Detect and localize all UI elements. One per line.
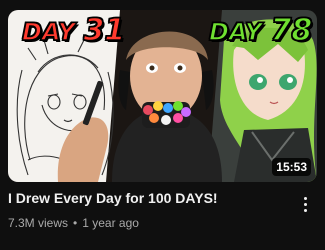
thumbnail-right-caption: DAY 78: [208, 13, 313, 48]
more-actions-button[interactable]: [297, 192, 313, 216]
duration-badge: 15:53: [272, 158, 311, 176]
view-count: 7.3M views: [8, 216, 69, 230]
more-vert-icon: [303, 196, 307, 200]
left-caption-word: DAY: [21, 18, 76, 46]
video-details: I Drew Every Day for 100 DAYS! 7.3M view…: [8, 188, 288, 232]
upload-age: 1 year ago: [82, 216, 139, 230]
video-stats: 7.3M views • 1 year ago: [8, 214, 288, 232]
more-vert-icon-dot-bottom: [303, 208, 307, 212]
video-thumbnail[interactable]: DAY 31 DAY 78 15:53: [8, 10, 317, 182]
left-caption-number: 31: [83, 13, 126, 48]
thumbnail-left-caption: DAY 31: [21, 13, 126, 48]
right-caption-number: 78: [270, 13, 313, 48]
right-caption-word: DAY: [208, 18, 263, 46]
more-vert-icon-dot: [303, 202, 307, 206]
video-title[interactable]: I Drew Every Day for 100 DAYS!: [8, 188, 288, 208]
stats-separator: •: [73, 216, 78, 230]
